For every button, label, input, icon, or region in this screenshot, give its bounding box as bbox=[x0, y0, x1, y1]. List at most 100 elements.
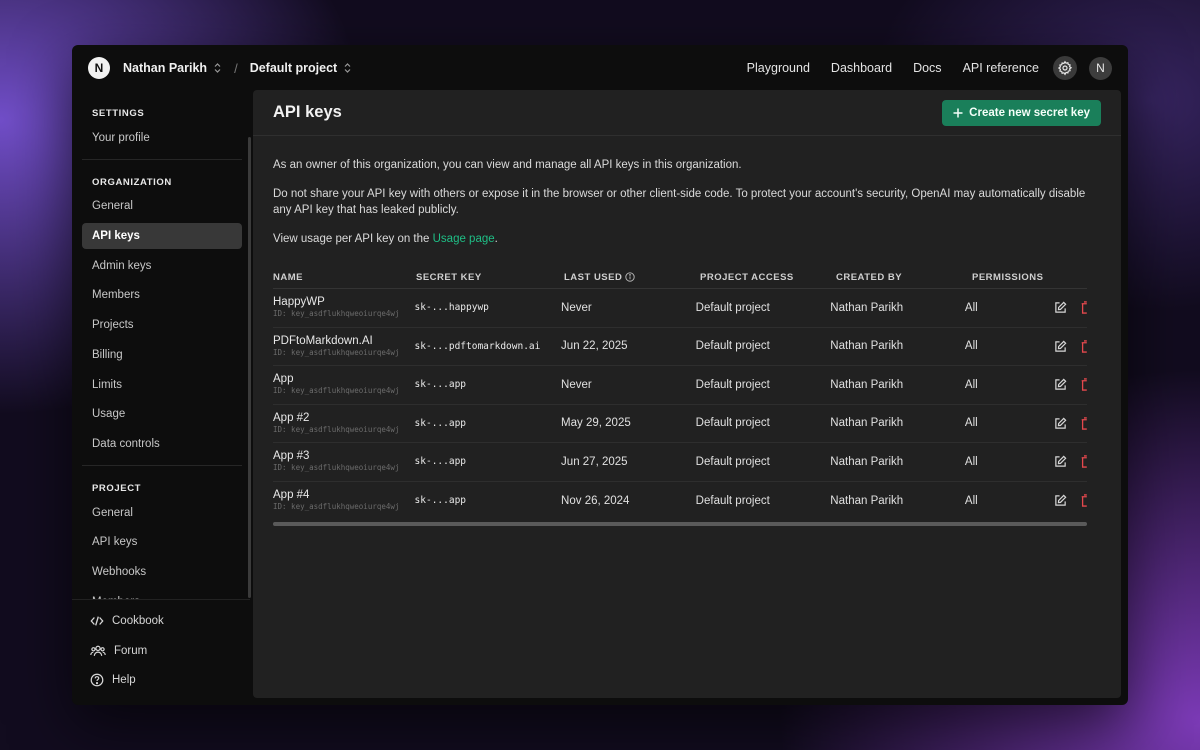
forum-label: Forum bbox=[114, 644, 148, 657]
sidebar-item-project-general[interactable]: General bbox=[82, 500, 242, 526]
sidebar-divider bbox=[82, 158, 242, 160]
key-id: ID: key_asdflukhqweoiurqe4wj bbox=[273, 463, 400, 473]
sidebar-item-webhooks[interactable]: Webhooks bbox=[82, 559, 242, 585]
key-name: App #4 bbox=[273, 489, 310, 502]
row-actions bbox=[1054, 340, 1087, 353]
org-name: Nathan Parikh bbox=[123, 61, 208, 75]
edit-icon[interactable] bbox=[1054, 340, 1067, 353]
gear-icon bbox=[1057, 60, 1073, 76]
created-by-cell: Nathan Parikh bbox=[830, 301, 904, 314]
trash-icon[interactable] bbox=[1081, 301, 1087, 314]
help-label: Help bbox=[112, 674, 136, 687]
sidebar-item-org-general[interactable]: General bbox=[82, 193, 242, 219]
sidebar-heading-organization: ORGANIZATION bbox=[92, 176, 172, 188]
last-used-cell: Never bbox=[561, 301, 592, 314]
user-avatar[interactable]: N bbox=[1089, 56, 1112, 80]
key-id: ID: key_asdflukhqweoiurqe4wj bbox=[273, 424, 400, 434]
org-switcher[interactable]: N Nathan Parikh bbox=[88, 57, 222, 79]
key-id: ID: key_asdflukhqweoiurqe4wj bbox=[273, 386, 400, 396]
last-used-cell: May 29, 2025 bbox=[561, 417, 631, 430]
create-secret-key-label: Create new secret key bbox=[969, 106, 1090, 119]
project-switcher[interactable]: Default project bbox=[250, 61, 353, 75]
sidebar-item-project-members[interactable]: Members bbox=[82, 589, 242, 599]
key-name: App bbox=[273, 373, 294, 386]
project-access-cell: Default project bbox=[695, 417, 770, 430]
nav-api-reference[interactable]: API reference bbox=[963, 61, 1039, 75]
sidebar-item-org-members[interactable]: Members bbox=[82, 282, 242, 308]
sidebar-heading-settings: SETTINGS bbox=[92, 108, 145, 119]
permissions-cell: All bbox=[964, 417, 978, 430]
column-header-created-by: CREATED BY bbox=[836, 272, 903, 283]
plus-icon bbox=[953, 108, 963, 117]
panel-header: API keys Create new secret key bbox=[253, 90, 1121, 136]
chevron-updown-icon bbox=[344, 63, 351, 73]
sidebar: SETTINGS Your profile ORGANIZATION Gener… bbox=[72, 91, 251, 705]
intro-text: As an owner of this organization, you ca… bbox=[273, 159, 742, 171]
permissions-cell: All bbox=[964, 301, 978, 314]
top-nav: Playground Dashboard Docs API reference … bbox=[726, 56, 1112, 80]
permissions-cell: All bbox=[964, 378, 978, 391]
panel-body: As an owner of this organization, you ca… bbox=[253, 157, 1121, 526]
usage-page-link[interactable]: Usage page bbox=[433, 233, 495, 245]
sidebar-item-org-api-keys[interactable]: API keys bbox=[82, 223, 242, 250]
table-header: NAME SECRET KEY LAST USED PROJECT ACCESS… bbox=[273, 267, 1087, 289]
table-row: App #3 ID: key_asdflukhqweoiurqe4wj sk-.… bbox=[273, 443, 1087, 482]
row-actions bbox=[1054, 455, 1087, 468]
project-access-cell: Default project bbox=[695, 494, 770, 507]
edit-icon[interactable] bbox=[1054, 494, 1067, 507]
sidebar-scrollbar[interactable] bbox=[248, 137, 251, 598]
nav-dashboard[interactable]: Dashboard bbox=[831, 61, 892, 75]
edit-icon[interactable] bbox=[1054, 455, 1067, 468]
trash-icon[interactable] bbox=[1081, 455, 1087, 468]
nav-playground[interactable]: Playground bbox=[747, 61, 810, 75]
info-icon[interactable] bbox=[625, 272, 635, 283]
app-window: N Nathan Parikh / Default project Playgr… bbox=[72, 45, 1128, 705]
key-name: App #3 bbox=[273, 450, 310, 463]
secret-key-cell: sk-...happywp bbox=[414, 302, 489, 314]
sidebar-item-projects[interactable]: Projects bbox=[82, 312, 242, 338]
sidebar-item-your-profile[interactable]: Your profile bbox=[82, 125, 242, 151]
created-by-cell: Nathan Parikh bbox=[830, 340, 904, 353]
trash-icon[interactable] bbox=[1081, 417, 1087, 430]
last-used-cell: Nov 26, 2024 bbox=[561, 494, 630, 507]
key-name-cell: App #2 ID: key_asdflukhqweoiurqe4wj bbox=[273, 412, 415, 435]
create-secret-key-button[interactable]: Create new secret key bbox=[942, 99, 1101, 126]
sidebar-link-forum[interactable]: Forum bbox=[82, 636, 240, 666]
nav-docs[interactable]: Docs bbox=[913, 61, 941, 75]
created-by-cell: Nathan Parikh bbox=[830, 455, 904, 468]
help-icon bbox=[90, 673, 104, 687]
trash-icon[interactable] bbox=[1081, 494, 1087, 507]
project-access-cell: Default project bbox=[695, 340, 770, 353]
key-id: ID: key_asdflukhqweoiurqe4wj bbox=[273, 502, 400, 512]
warning-text: Do not share your API key with others or… bbox=[273, 187, 1086, 217]
edit-icon[interactable] bbox=[1054, 417, 1067, 430]
column-header-last-used: LAST USED bbox=[564, 272, 700, 283]
secret-key-cell: sk-...pdftomarkdown.ai bbox=[414, 340, 541, 352]
sidebar-item-limits[interactable]: Limits bbox=[82, 372, 242, 398]
trash-icon[interactable] bbox=[1081, 378, 1087, 391]
key-name: PDFtoMarkdown.AI bbox=[273, 334, 373, 347]
sidebar-link-cookbook[interactable]: Cookbook bbox=[82, 606, 240, 636]
code-icon bbox=[90, 616, 104, 626]
sidebar-item-data-controls[interactable]: Data controls bbox=[82, 431, 242, 457]
sidebar-link-help[interactable]: Help bbox=[82, 665, 240, 695]
sidebar-scroll: SETTINGS Your profile ORGANIZATION Gener… bbox=[72, 91, 250, 599]
sidebar-item-admin-keys[interactable]: Admin keys bbox=[82, 253, 242, 279]
edit-icon[interactable] bbox=[1054, 378, 1067, 391]
sidebar-heading-project: PROJECT bbox=[92, 482, 142, 494]
sidebar-item-project-api-keys[interactable]: API keys bbox=[82, 529, 242, 555]
sidebar-item-billing[interactable]: Billing bbox=[82, 342, 242, 368]
settings-button[interactable] bbox=[1053, 56, 1077, 80]
trash-icon[interactable] bbox=[1081, 340, 1087, 353]
key-name-cell: PDFtoMarkdown.AI ID: key_asdflukhqweoiur… bbox=[273, 335, 415, 358]
users-icon bbox=[90, 645, 106, 656]
last-used-cell: Jun 27, 2025 bbox=[561, 455, 628, 468]
sidebar-item-usage[interactable]: Usage bbox=[82, 401, 242, 427]
edit-icon[interactable] bbox=[1054, 301, 1067, 314]
key-id: ID: key_asdflukhqweoiurqe4wj bbox=[273, 347, 400, 357]
usage-prefix: View usage per API key on the bbox=[273, 232, 433, 245]
last-used-cell: Jun 22, 2025 bbox=[561, 340, 628, 353]
table-horizontal-scrollbar[interactable] bbox=[273, 522, 1087, 526]
key-name: App #2 bbox=[273, 411, 310, 424]
chevron-updown-icon bbox=[214, 63, 221, 73]
